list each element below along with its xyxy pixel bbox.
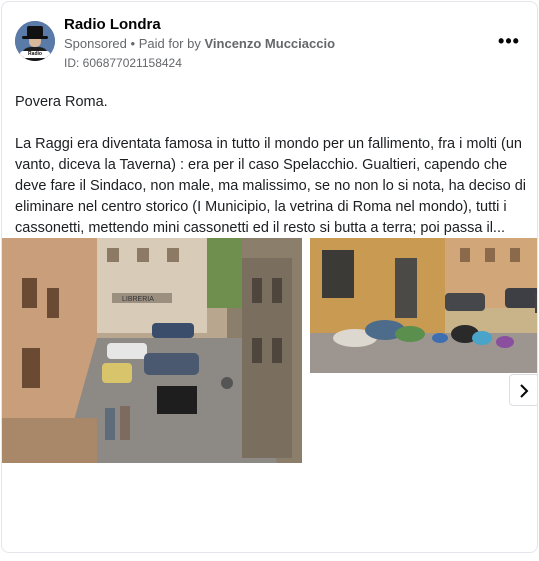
street-photo: LIBRERIA: [2, 238, 302, 463]
meta-separator: •: [130, 36, 136, 51]
sponsored-label: Sponsored: [64, 36, 127, 51]
post-text-paragraph: La Raggi era diventata famosa in tutto i…: [15, 136, 526, 236]
ad-id: ID: 606877021158424: [64, 56, 182, 70]
post-text-line-1: Povera Roma.: [15, 94, 108, 110]
page-avatar[interactable]: Radio Londra: [15, 21, 55, 61]
chevron-right-icon: [520, 384, 529, 398]
trash-photo: [310, 238, 537, 373]
carousel-image-2[interactable]: [310, 238, 537, 373]
paid-for-label: Paid for by: [138, 36, 201, 51]
more-options-button[interactable]: •••: [494, 26, 524, 56]
more-horizontal-icon: •••: [498, 31, 520, 51]
page-name[interactable]: Radio Londra: [64, 16, 161, 33]
carousel-image-1[interactable]: LIBRERIA: [2, 238, 302, 463]
avatar-face: [29, 39, 41, 47]
sponsorship-line: Sponsored • Paid for by Vincenzo Mucciac…: [64, 36, 335, 51]
avatar-badge: Radio Londra: [20, 51, 50, 61]
post-body: Povera Roma. La Raggi era diventata famo…: [15, 92, 527, 239]
shop-sign: LIBRERIA: [122, 296, 154, 303]
ad-card: Radio Londra Radio Londra Sponsored • Pa…: [1, 1, 538, 553]
payer-name: Vincenzo Mucciaccio: [204, 36, 336, 51]
carousel-next-button[interactable]: [509, 374, 537, 406]
